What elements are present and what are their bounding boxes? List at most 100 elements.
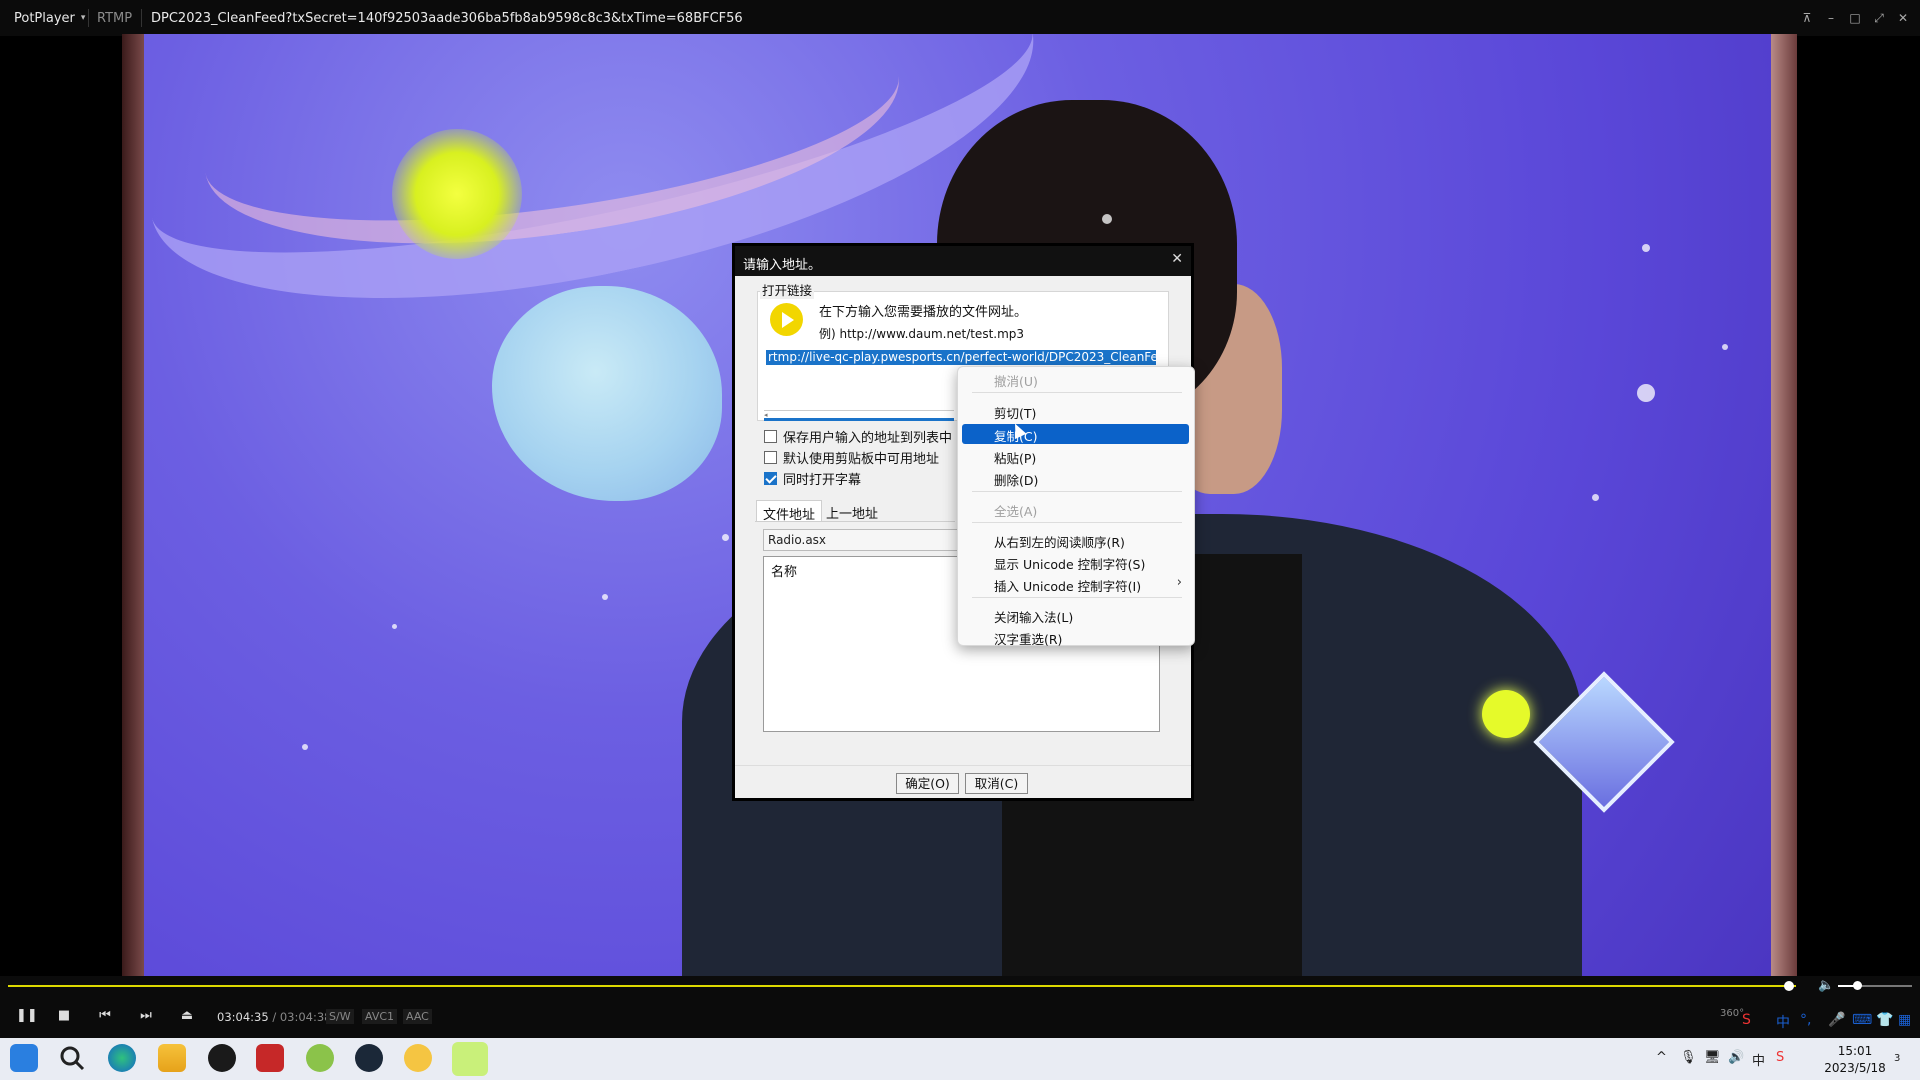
tray-overflow-icon[interactable]: ^ (1656, 1050, 1667, 1065)
star (1642, 244, 1650, 252)
ime-chinese-mode-icon[interactable]: 中 (1776, 1012, 1790, 1032)
window-controls: ⊼ – □ ⤢ ✕ (1800, 8, 1910, 28)
star (302, 744, 308, 750)
tab-file-address[interactable]: 文件地址 (756, 500, 823, 523)
pin-icon[interactable]: ⊼ (1800, 8, 1814, 28)
url-hint: 在下方输入您需要播放的文件网址。 (819, 305, 1028, 320)
checkbox-box (764, 430, 777, 443)
menu-item-select-all[interactable]: 全选(A) (994, 501, 1037, 520)
checkbox-label: 默认使用剪贴板中可用地址 (783, 452, 940, 467)
menu-item-rtl-reading[interactable]: 从右到左的阅读顺序(R) (994, 532, 1125, 551)
video-codec-badge[interactable]: AVC1 (362, 1009, 398, 1024)
tab-previous-address[interactable]: 上一地址 (820, 500, 884, 522)
maximize-button[interactable]: □ (1848, 8, 1862, 28)
list-column-header[interactable]: 名称 (771, 561, 797, 580)
menu-item-undo[interactable]: 撤消(U) (994, 371, 1038, 390)
minimize-button[interactable]: – (1824, 8, 1838, 28)
cancel-button[interactable]: 取消(C) (965, 773, 1028, 794)
decoder-badge[interactable]: S/W (326, 1009, 354, 1024)
star (1637, 384, 1655, 402)
checkbox-label: 同时打开字幕 (783, 473, 862, 488)
volume-icon[interactable]: 🔈 (1818, 978, 1834, 993)
netease-music-icon[interactable] (208, 1044, 236, 1072)
ok-button[interactable]: 确定(O) (896, 773, 959, 794)
stop-button[interactable]: ■ (57, 1008, 71, 1023)
use-clipboard-checkbox[interactable]: 默认使用剪贴板中可用地址 (764, 448, 939, 467)
ime-punctuation-icon[interactable]: °, (1800, 1012, 1811, 1028)
menu-separator (972, 522, 1182, 523)
star (1592, 494, 1599, 501)
menu-item-cut[interactable]: 剪切(T) (994, 403, 1036, 422)
menu-item-close-ime[interactable]: 关闭输入法(L) (994, 607, 1073, 626)
fullscreen-button[interactable]: ⤢ (1872, 8, 1886, 28)
potplayer-taskbar-icon[interactable] (452, 1042, 488, 1076)
chevron-down-icon: ▾ (80, 13, 86, 23)
frog-app-icon[interactable] (306, 1044, 334, 1072)
open-subtitle-checkbox[interactable]: 同时打开字幕 (764, 469, 861, 488)
chevron-right-icon: › (1176, 575, 1182, 590)
dialog-button-bar (735, 765, 1191, 798)
search-icon[interactable] (58, 1044, 86, 1072)
total-time: 03:04:38 (279, 1010, 332, 1024)
system-clock[interactable]: 15:01 2023/5/18 (1820, 1043, 1890, 1077)
url-input-selected-text: rtmp://live-qc-play.pwesports.cn/perfect… (766, 350, 1156, 365)
clock-time: 15:01 (1837, 1044, 1873, 1058)
ime-toolbox-icon[interactable]: ▦ (1898, 1012, 1911, 1028)
menu-separator (972, 491, 1182, 492)
ime-keyboard-icon[interactable]: ⌨ (1852, 1012, 1872, 1028)
speaker-icon[interactable]: 🔊 (1728, 1050, 1744, 1065)
close-button[interactable]: ✕ (1896, 8, 1910, 28)
eject-button[interactable]: ⏏ (180, 1008, 194, 1023)
volume-thumb[interactable] (1852, 981, 1862, 990)
protocol-label: RTMP (97, 11, 133, 26)
star (722, 534, 729, 541)
moon-planet (492, 286, 722, 501)
window-title: DPC2023_CleanFeed?txSecret=140f92503aade… (151, 11, 743, 26)
notification-icon[interactable]: 3 (1894, 1050, 1900, 1065)
ime-tray-icon[interactable]: 中 (1752, 1050, 1765, 1069)
play-icon (770, 303, 803, 336)
checkbox-label: 保存用户输入的地址到列表中 (783, 431, 953, 446)
voicemeeter-icon[interactable] (256, 1044, 284, 1072)
ime-voice-icon[interactable]: 🎤 (1828, 1012, 1845, 1028)
glowing-ball (1482, 690, 1530, 738)
dialog-close-icon[interactable]: ✕ (1171, 251, 1183, 267)
steam-icon[interactable] (355, 1044, 383, 1072)
file-explorer-icon[interactable] (158, 1044, 186, 1072)
ime-skin-icon[interactable]: 👕 (1876, 1012, 1893, 1028)
url-horizontal-scrollbar[interactable]: ◂ (764, 410, 954, 419)
title-separator (141, 9, 142, 27)
star (392, 624, 397, 629)
audio-codec-badge[interactable]: AAC (403, 1009, 432, 1024)
checkbox-box-checked (764, 472, 777, 485)
playlist-select[interactable]: Radio.asx (763, 529, 958, 551)
menu-separator (972, 597, 1182, 598)
windows-start-icon[interactable] (10, 1044, 38, 1072)
current-time: 03:04:35 (217, 1010, 269, 1024)
menu-item-show-unicode[interactable]: 显示 Unicode 控制字符(S) (994, 554, 1145, 573)
taskbar (0, 1038, 1920, 1080)
network-icon[interactable]: 🖥 (1704, 1050, 1721, 1065)
microphone-icon[interactable]: 🎙 (1680, 1050, 1697, 1065)
previous-button[interactable]: ⏮ (98, 1008, 112, 1023)
pause-button[interactable]: ❚❚ (16, 1008, 38, 1023)
edge-browser-icon[interactable] (108, 1044, 136, 1072)
menu-item-reconvert[interactable]: 汉字重选(R) (994, 629, 1062, 648)
menu-item-paste[interactable]: 粘贴(P) (994, 448, 1036, 467)
next-button[interactable]: ⏭ (139, 1008, 153, 1023)
context-menu: 撤消(U) 剪切(T) 复制(C) 粘贴(P) 删除(D) 全选(A) 从右到左… (957, 366, 1195, 648)
app-menu-button[interactable]: PotPlayer ▾ (6, 6, 93, 30)
seek-thumb[interactable] (1783, 981, 1794, 991)
title-bar: PotPlayer ▾ RTMP DPC2023_CleanFeed?txSec… (0, 0, 1920, 36)
menu-item-delete[interactable]: 删除(D) (994, 470, 1038, 489)
game-app-icon[interactable] (404, 1044, 432, 1072)
star (602, 594, 608, 600)
vr-mode-label[interactable]: 360° (1720, 1008, 1744, 1019)
menu-item-insert-unicode[interactable]: 插入 Unicode 控制字符(I) (994, 576, 1141, 595)
save-to-list-checkbox[interactable]: 保存用户输入的地址到列表中 (764, 427, 952, 446)
seek-bar[interactable] (8, 985, 1796, 987)
sogou-ime-icon[interactable]: S (1742, 1012, 1751, 1028)
time-separator: / (272, 1010, 277, 1024)
sogou-tray-icon[interactable]: S (1776, 1050, 1784, 1065)
checkbox-box (764, 451, 777, 464)
